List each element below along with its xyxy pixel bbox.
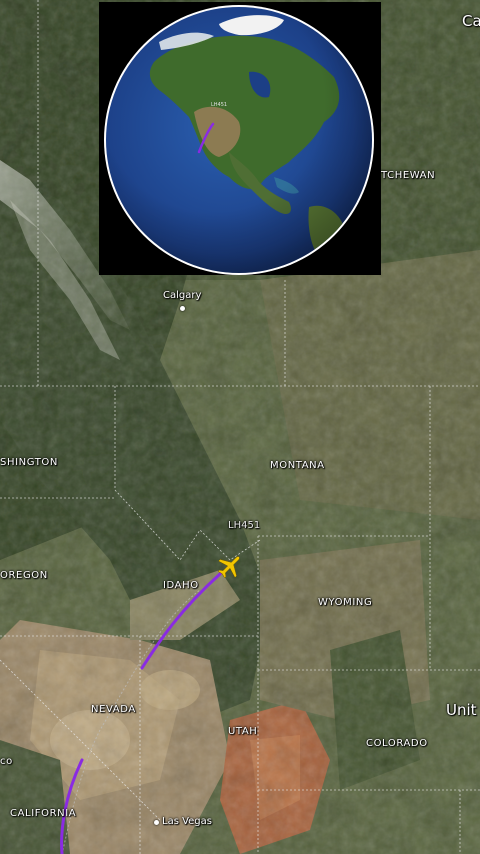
- label-wyoming: WYOMING: [318, 597, 373, 608]
- label-utah: UTAH: [228, 726, 258, 737]
- label-nevada: NEVADA: [91, 704, 136, 715]
- label-oregon: OREGON: [0, 570, 48, 581]
- inset-flight-id: LH451: [211, 102, 227, 108]
- label-co-partial: co: [0, 756, 13, 767]
- flight-map[interactable]: Ca TCHEWAN Calgary SHINGTON MONTANA LH45…: [0, 0, 480, 854]
- label-las-vegas: Las Vegas: [162, 816, 212, 827]
- label-washington: SHINGTON: [0, 457, 58, 468]
- globe-inset[interactable]: LH451: [99, 2, 381, 275]
- flight-id-label: LH451: [228, 520, 261, 531]
- label-saskatchewan: TCHEWAN: [381, 170, 436, 181]
- label-united-states: Unit: [446, 701, 477, 719]
- label-idaho: IDAHO: [163, 580, 199, 591]
- city-dot-las-vegas: [154, 820, 159, 825]
- globe-icon: LH451: [104, 5, 374, 275]
- label-colorado: COLORADO: [366, 738, 428, 749]
- label-california: CALIFORNIA: [10, 808, 77, 819]
- city-dot-calgary: [180, 306, 185, 311]
- label-montana: MONTANA: [270, 460, 325, 471]
- label-calgary: Calgary: [163, 290, 202, 301]
- label-canada: Ca: [462, 12, 480, 30]
- airplane-icon[interactable]: [216, 552, 244, 580]
